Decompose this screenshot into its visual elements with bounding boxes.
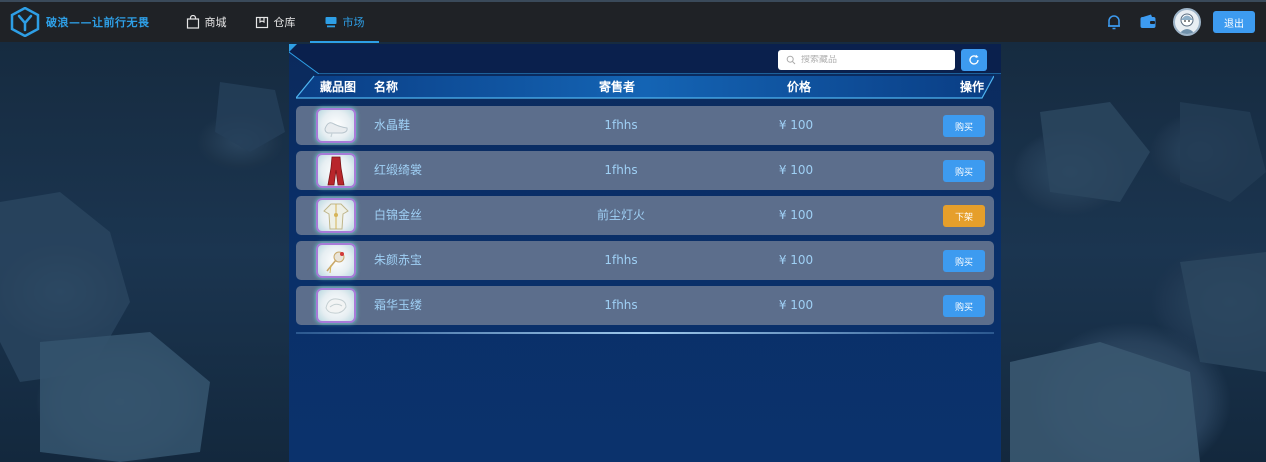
item-thumbnail[interactable]: [316, 243, 356, 278]
crystal-shoe-icon: [324, 121, 348, 137]
table-row: 朱颜赤宝 1fhhs ¥ 100 购买: [296, 241, 994, 280]
white-robe-icon: [323, 203, 349, 229]
column-header-seller: 寄售者: [599, 80, 636, 94]
item-thumbnail[interactable]: [316, 108, 356, 143]
logout-button[interactable]: 退出: [1213, 11, 1255, 33]
buy-button[interactable]: 购买: [943, 160, 985, 182]
item-price: ¥ 100: [778, 163, 814, 177]
nav-label-store: 商城: [204, 16, 227, 29]
item-seller: 1fhhs: [604, 163, 638, 177]
item-name: 朱颜赤宝: [374, 253, 423, 267]
item-thumbnail[interactable]: [316, 153, 356, 188]
nav-label-warehouse: 仓库: [273, 16, 296, 29]
item-seller: 1fhhs: [604, 118, 638, 132]
search-box[interactable]: [778, 50, 955, 70]
item-name: 白锦金丝: [374, 208, 423, 222]
buy-button[interactable]: 购买: [943, 295, 985, 317]
item-thumbnail[interactable]: [316, 198, 356, 233]
buy-button[interactable]: 购买: [943, 250, 985, 272]
table-row: 霜华玉缕 1fhhs ¥ 100 购买: [296, 286, 994, 325]
header-band: [296, 75, 994, 99]
nav-item-store[interactable]: 商城: [172, 1, 241, 43]
top-navbar: 破浪——让前行无畏 商城 仓库 市场 退出: [0, 0, 1266, 43]
user-avatar-icon: [1179, 13, 1195, 34]
item-name: 红缎绮裳: [374, 163, 423, 177]
hexagon-logo-icon: [10, 7, 40, 37]
market-panel: 藏品图 名称 寄售者 价格 操作 水晶鞋 1fhhs ¥ 100 购买: [289, 44, 1001, 462]
list-divider: [296, 332, 994, 334]
nav-label-market: 市场: [342, 16, 365, 29]
table-row: 白锦金丝 前尘灯火 ¥ 100 下架: [296, 196, 994, 235]
package-icon: [255, 16, 268, 29]
brand-logo[interactable]: 破浪——让前行无畏: [10, 7, 150, 37]
logo-text: 破浪——让前行无畏: [46, 16, 150, 29]
item-seller: 1fhhs: [604, 253, 638, 267]
jade-ornament-icon: [325, 297, 347, 314]
avatar[interactable]: [1173, 8, 1201, 36]
column-header-action: 操作: [960, 80, 985, 94]
table-row: 红缎绮裳 1fhhs ¥ 100 购买: [296, 151, 994, 190]
main-nav: 商城 仓库 市场: [172, 1, 379, 43]
wallet-icon[interactable]: [1139, 13, 1157, 31]
red-dress-icon: [327, 156, 345, 185]
item-price: ¥ 100: [778, 253, 814, 267]
item-price: ¥ 100: [778, 118, 814, 132]
table-header: 藏品图 名称 寄售者 价格 操作: [296, 74, 994, 100]
table-row: 水晶鞋 1fhhs ¥ 100 购买: [296, 106, 994, 145]
unlist-button[interactable]: 下架: [943, 205, 985, 227]
buy-button[interactable]: 购买: [943, 115, 985, 137]
bell-icon[interactable]: [1105, 13, 1123, 31]
refresh-button[interactable]: [961, 49, 987, 71]
column-header-image: 藏品图: [320, 80, 357, 94]
nav-item-market[interactable]: 市场: [309, 1, 379, 43]
item-thumbnail[interactable]: [316, 288, 356, 323]
item-seller: 1fhhs: [604, 298, 638, 312]
item-price: ¥ 100: [778, 298, 814, 312]
search-icon: [786, 55, 796, 65]
nav-item-warehouse[interactable]: 仓库: [241, 1, 310, 43]
header-tools: 退出: [1105, 8, 1255, 36]
search-input[interactable]: [801, 55, 951, 65]
item-name: 霜华玉缕: [374, 298, 423, 312]
hairpin-icon: [326, 251, 345, 273]
item-name: 水晶鞋: [374, 118, 411, 132]
column-header-name: 名称: [374, 80, 399, 94]
shopping-bag-icon: [186, 15, 199, 29]
column-header-price: 价格: [787, 80, 812, 94]
item-seller: 前尘灯火: [596, 208, 645, 222]
market-icon: [325, 17, 336, 28]
item-price: ¥ 100: [778, 208, 814, 222]
refresh-icon: [969, 54, 979, 65]
market-list: 水晶鞋 1fhhs ¥ 100 购买 红缎绮裳 1fhhs ¥ 100 购买 白…: [296, 106, 994, 331]
